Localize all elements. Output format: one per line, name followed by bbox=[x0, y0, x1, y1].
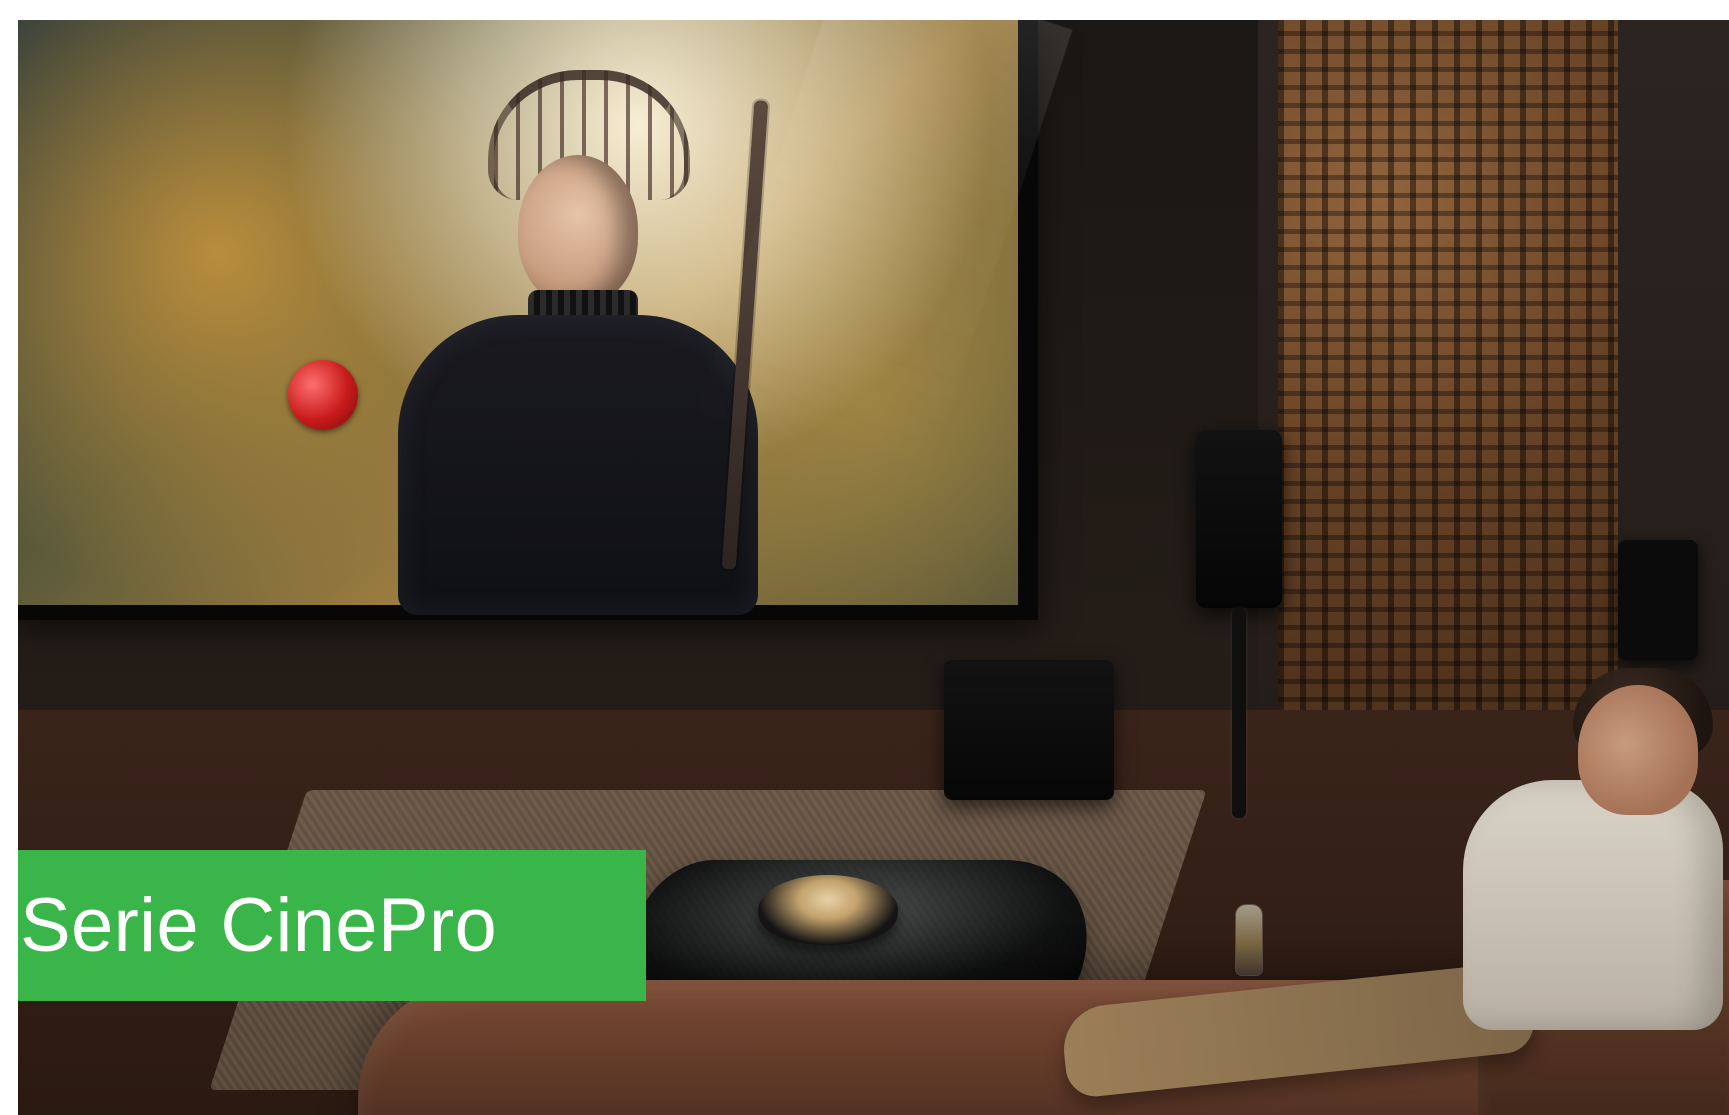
front-speaker bbox=[1196, 430, 1282, 608]
person-head bbox=[1578, 685, 1698, 815]
projection-screen bbox=[18, 20, 1073, 620]
rear-speaker bbox=[1618, 540, 1698, 660]
projected-scene bbox=[18, 20, 1073, 615]
queen-dress bbox=[398, 315, 758, 615]
snack-bowl bbox=[758, 875, 898, 945]
speaker-stand bbox=[1232, 608, 1246, 818]
series-banner: Serie CinePro bbox=[18, 850, 646, 1001]
home-theater-photo: Serie CinePro bbox=[18, 20, 1729, 1115]
subwoofer bbox=[944, 660, 1114, 800]
apple-icon bbox=[288, 360, 358, 430]
champagne-glass bbox=[1236, 905, 1262, 975]
queen-face bbox=[518, 155, 638, 305]
person-torso bbox=[1463, 780, 1723, 1030]
series-title: Serie CinePro bbox=[20, 882, 498, 968]
